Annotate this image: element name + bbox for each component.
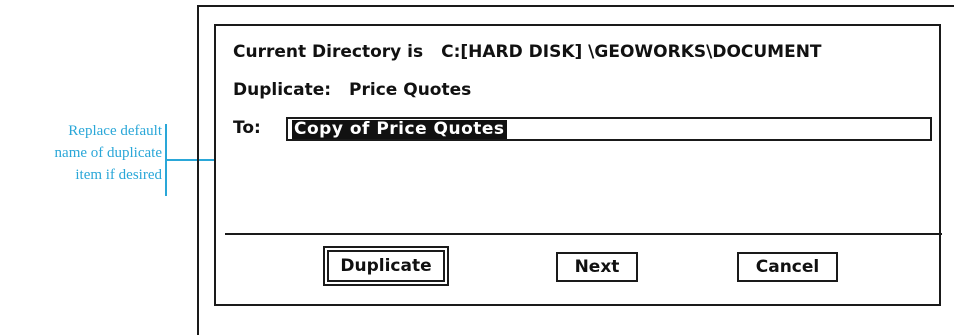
duplicate-button-label: Duplicate [340, 256, 432, 276]
duplicate-button[interactable]: Duplicate [327, 250, 445, 282]
to-label: To: [233, 118, 261, 138]
duplicate-source-name: Price Quotes [349, 80, 472, 100]
annotation-line-3: item if desired [75, 167, 162, 183]
duplicate-button-default-frame: Duplicate [323, 246, 449, 286]
duplicate-dialog: Current Directory is C:[HARD DISK] \GEOWO… [214, 24, 942, 306]
next-button-label: Next [574, 257, 620, 277]
annotation-line-1: Replace default [68, 123, 162, 139]
next-button[interactable]: Next [556, 252, 638, 282]
to-name-selected-text: Copy of Price Quotes [292, 119, 507, 139]
current-directory-row: Current Directory is C:[HARD DISK] \GEOWO… [233, 42, 822, 62]
to-name-input[interactable]: Copy of Price Quotes [286, 117, 932, 141]
current-directory-label: Current Directory is [233, 42, 424, 62]
annotation-callout: Replace default name of duplicate item i… [0, 120, 162, 186]
cancel-button[interactable]: Cancel [737, 252, 838, 282]
duplicate-label: Duplicate: [233, 80, 332, 100]
cancel-button-label: Cancel [755, 257, 820, 277]
annotation-line-2: name of duplicate [54, 145, 162, 161]
current-directory-path: C:[HARD DISK] \GEOWORKS\DOCUMENT [441, 42, 822, 62]
duplicate-source-row: Duplicate: Price Quotes [233, 80, 471, 100]
button-divider [225, 233, 942, 235]
